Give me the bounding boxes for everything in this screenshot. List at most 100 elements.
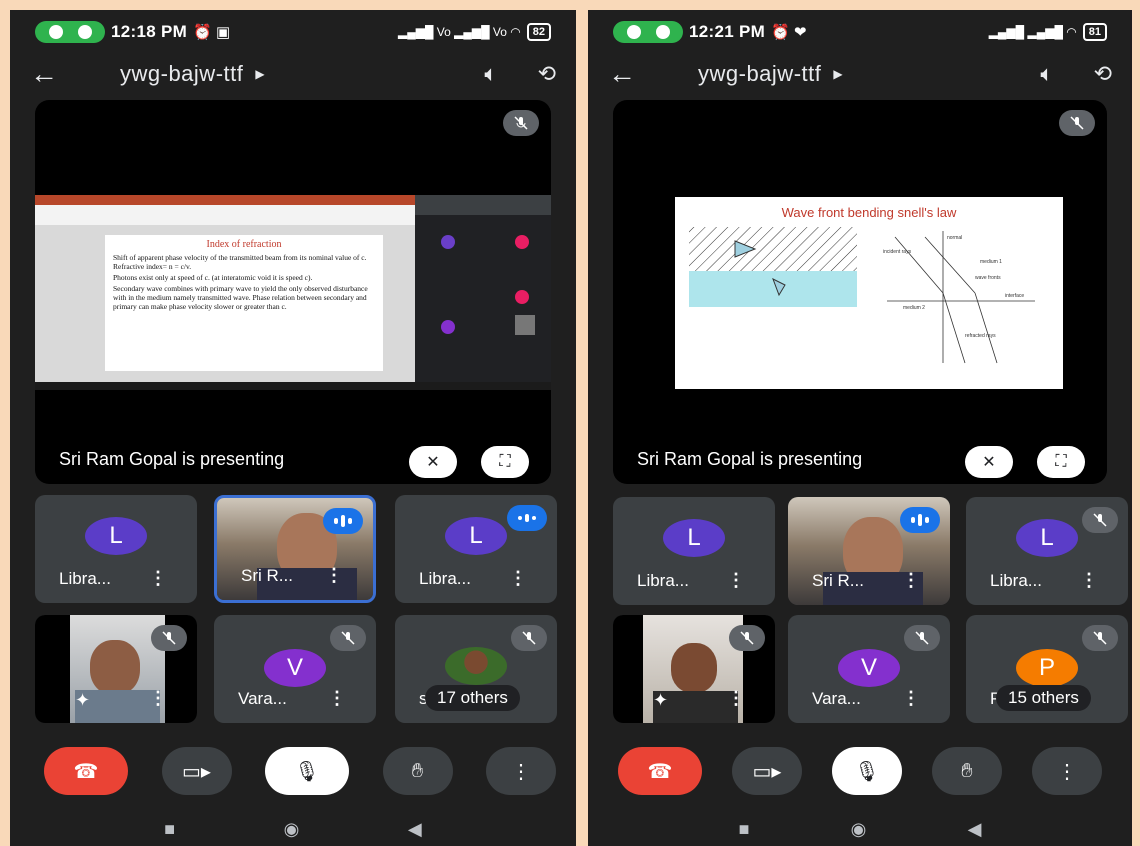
- more-options-icon[interactable]: ⋮: [509, 568, 527, 589]
- end-call-button[interactable]: ☎: [618, 747, 702, 795]
- mic-off-icon: [904, 625, 940, 651]
- hand-icon: ✋︎: [961, 759, 973, 782]
- call-controls: ☎ ▭▸ 🎙︎ ✋︎ ⋮: [618, 746, 1102, 796]
- taskbar: [35, 382, 551, 390]
- more-options-icon[interactable]: ⋮: [727, 570, 745, 591]
- android-nav-bar: ■ ◉ ◀: [588, 814, 1132, 844]
- others-tile[interactable]: sr 17 others: [395, 615, 557, 723]
- participant-tile[interactable]: L Libra... ⋮: [613, 497, 775, 605]
- meeting-header: ← ywg-bajw-ttf ▶ 🔈︎ ⟲: [30, 56, 556, 92]
- back-arrow-icon[interactable]: ←: [30, 58, 80, 90]
- more-vert-icon: ⋮: [1057, 760, 1077, 783]
- more-options-icon[interactable]: ⋮: [328, 688, 346, 709]
- recents-icon[interactable]: ■: [739, 819, 750, 840]
- mic-off-icon: [1059, 110, 1095, 136]
- more-options-icon[interactable]: ⋮: [1080, 570, 1098, 591]
- participant-tile[interactable]: ✦ ⋮: [613, 615, 775, 723]
- mic-off-icon: 🎙︎: [854, 760, 880, 783]
- participant-tile[interactable]: L Libra... ⋮: [35, 495, 197, 603]
- participant-tile[interactable]: V Vara... ⋮: [788, 615, 950, 723]
- status-bar: 12:18 PM ⏰ ▣ ▂▄▆█ Vo ▂▄▆█ Vo ◠ 82: [35, 20, 551, 44]
- meeting-header: ← ywg-bajw-ttf ▶ 🔈︎ ⟲: [608, 56, 1112, 92]
- slide-title: Index of refraction: [206, 239, 282, 250]
- more-options-icon[interactable]: ⋮: [727, 688, 745, 709]
- effects-icon[interactable]: ✦: [653, 690, 668, 711]
- caret-right-icon[interactable]: ▶: [255, 67, 264, 81]
- back-icon[interactable]: ◀: [968, 819, 982, 840]
- diagram-label: wave fronts: [975, 275, 1001, 281]
- avatar: V: [838, 649, 900, 687]
- caret-right-icon[interactable]: ▶: [833, 67, 842, 81]
- camera-toggle-button[interactable]: ▭▸: [161, 747, 232, 795]
- fullscreen-icon[interactable]: ⛶: [1037, 446, 1085, 478]
- camera-toggle-button[interactable]: ▭▸: [732, 747, 802, 795]
- mic-toggle-button[interactable]: 🎙︎: [265, 747, 349, 795]
- end-call-button[interactable]: ☎: [44, 747, 128, 795]
- home-icon[interactable]: ◉: [284, 819, 300, 840]
- avatar: V: [264, 649, 326, 687]
- presentation-stage: Wave front bending snell's law incident …: [613, 100, 1107, 484]
- android-nav-bar: ■ ◉ ◀: [10, 814, 576, 844]
- speaking-indicator-icon: [323, 508, 363, 534]
- fullscreen-icon[interactable]: ⛶: [481, 446, 529, 478]
- others-tile[interactable]: P P 15 others: [966, 615, 1128, 723]
- hand-icon: ✋︎: [411, 759, 424, 782]
- more-options-icon[interactable]: ⋮: [902, 688, 920, 709]
- unpin-icon[interactable]: ✕: [409, 446, 457, 478]
- status-time: 12:21 PM: [689, 22, 766, 41]
- participant-name: Libra...: [990, 571, 1042, 590]
- unpin-icon[interactable]: ✕: [965, 446, 1013, 478]
- speaking-indicator-icon: [900, 507, 940, 533]
- recents-icon[interactable]: ■: [164, 819, 175, 840]
- participant-tile[interactable]: L Libra... ⋮: [395, 495, 557, 603]
- participant-tile[interactable]: L Libra... ⋮: [966, 497, 1128, 605]
- recording-indicator: [613, 21, 683, 43]
- more-options-icon[interactable]: ⋮: [149, 568, 167, 589]
- phone-screen-right: 12:21 PM ⏰ ❤ ▂▄▆█ ▂▄▆█ ◠ 81 ← ywg-bajw-t…: [588, 10, 1132, 846]
- avatar: L: [445, 517, 507, 555]
- participant-name: Vara...: [812, 689, 861, 708]
- mic-off-icon: [330, 625, 366, 651]
- more-options-button[interactable]: ⋮: [486, 747, 556, 795]
- slide-title: Wave front bending snell's law: [781, 205, 957, 220]
- avatar: L: [85, 517, 147, 555]
- more-options-icon[interactable]: ⋮: [902, 570, 920, 591]
- participant-tile[interactable]: ✦ ⋮: [35, 615, 197, 723]
- diagram-label: interface: [1005, 293, 1025, 299]
- speaker-icon[interactable]: 🔈︎: [1040, 61, 1053, 87]
- status-icons: ⏰ ❤: [771, 24, 807, 41]
- diagram-label: refracted rays: [965, 333, 996, 339]
- meeting-title[interactable]: ywg-bajw-ttf: [120, 61, 243, 87]
- back-icon[interactable]: ◀: [408, 819, 422, 840]
- raise-hand-button[interactable]: ✋︎: [382, 747, 453, 795]
- back-arrow-icon[interactable]: ←: [608, 58, 658, 90]
- phone-hangup-icon: ☎: [73, 760, 99, 783]
- video-camera-icon: ▭▸: [182, 760, 211, 783]
- more-options-icon[interactable]: ⋮: [325, 565, 343, 586]
- speaker-icon[interactable]: 🔈︎: [484, 61, 497, 87]
- switch-camera-icon[interactable]: ⟲: [538, 61, 556, 87]
- mic-toggle-button[interactable]: 🎙︎: [832, 747, 902, 795]
- phone-hangup-icon: ☎: [647, 760, 673, 783]
- more-options-button[interactable]: ⋮: [1032, 747, 1102, 795]
- raise-hand-button[interactable]: ✋︎: [932, 747, 1002, 795]
- mic-off-icon: [729, 625, 765, 651]
- avatar: L: [1016, 519, 1078, 557]
- switch-camera-icon[interactable]: ⟲: [1094, 61, 1112, 87]
- presenter-label: Sri Ram Gopal is presenting: [637, 449, 863, 469]
- mic-off-icon: [151, 625, 187, 651]
- home-icon[interactable]: ◉: [851, 819, 867, 840]
- participant-tile[interactable]: V Vara... ⋮: [214, 615, 376, 723]
- mic-off-icon: [1082, 625, 1118, 651]
- status-time: 12:18 PM: [111, 22, 188, 41]
- meeting-title[interactable]: ywg-bajw-ttf: [698, 61, 821, 87]
- mic-off-icon: [1082, 507, 1118, 533]
- effects-icon[interactable]: ✦: [75, 690, 90, 711]
- diagram-label: incident rays: [883, 249, 912, 255]
- participant-tile[interactable]: Sri R... ⋮: [788, 497, 950, 605]
- slide-bullet: Photons exist only at speed of c. (at in…: [113, 273, 313, 282]
- more-options-icon[interactable]: ⋮: [149, 688, 167, 709]
- participant-tile[interactable]: Sri R... ⋮: [214, 495, 376, 603]
- diagram-label: medium 2: [903, 305, 925, 311]
- video-camera-icon: ▭▸: [752, 760, 782, 783]
